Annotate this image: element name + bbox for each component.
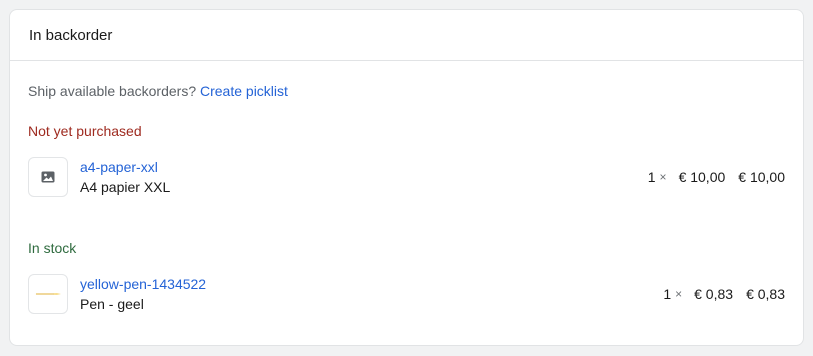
backorder-card: In backorder Ship available backorders? … xyxy=(9,9,804,346)
item-unit-price: € 0,83 xyxy=(694,286,734,302)
product-thumbnail[interactable] xyxy=(28,274,68,314)
image-placeholder-icon xyxy=(41,171,55,183)
item-name: Pen - geel xyxy=(80,296,144,312)
product-thumbnail[interactable] xyxy=(28,157,68,197)
list-item: a4-paper-xxl A4 papier XXL 1 × € 10,00 €… xyxy=(28,156,785,198)
item-name: A4 papier XXL xyxy=(80,179,171,195)
section-label-not-yet-purchased: Not yet purchased xyxy=(28,123,142,139)
item-total-price: € 10,00 xyxy=(738,169,785,185)
item-pricing: 1 × € 10,00 € 10,00 xyxy=(648,169,785,185)
item-details: yellow-pen-1434522 Pen - geel xyxy=(80,274,663,314)
item-sku-link[interactable]: a4-paper-xxl xyxy=(80,157,648,177)
card-title: In backorder xyxy=(29,26,113,44)
item-pricing: 1 × € 0,83 € 0,83 xyxy=(663,286,785,302)
item-details: a4-paper-xxl A4 papier XXL xyxy=(80,157,648,197)
prompt-text: Ship available backorders? xyxy=(28,83,197,99)
card-header: In backorder xyxy=(10,10,803,61)
times-sign: × xyxy=(659,170,667,184)
section-label-in-stock: In stock xyxy=(28,240,77,256)
ship-backorders-prompt: Ship available backorders? Create pickli… xyxy=(28,82,785,100)
list-item: yellow-pen-1434522 Pen - geel 1 × € 0,83… xyxy=(28,273,785,315)
create-picklist-link[interactable]: Create picklist xyxy=(200,83,288,99)
times-sign: × xyxy=(675,287,683,301)
item-unit-price: € 10,00 xyxy=(678,169,726,185)
yellow-pen-image xyxy=(34,293,61,295)
item-sku-link[interactable]: yellow-pen-1434522 xyxy=(80,274,663,294)
item-quantity: 1 xyxy=(663,286,672,302)
card-body: Ship available backorders? Create pickli… xyxy=(10,82,803,315)
item-quantity: 1 xyxy=(647,169,656,185)
item-total-price: € 0,83 xyxy=(746,286,785,302)
